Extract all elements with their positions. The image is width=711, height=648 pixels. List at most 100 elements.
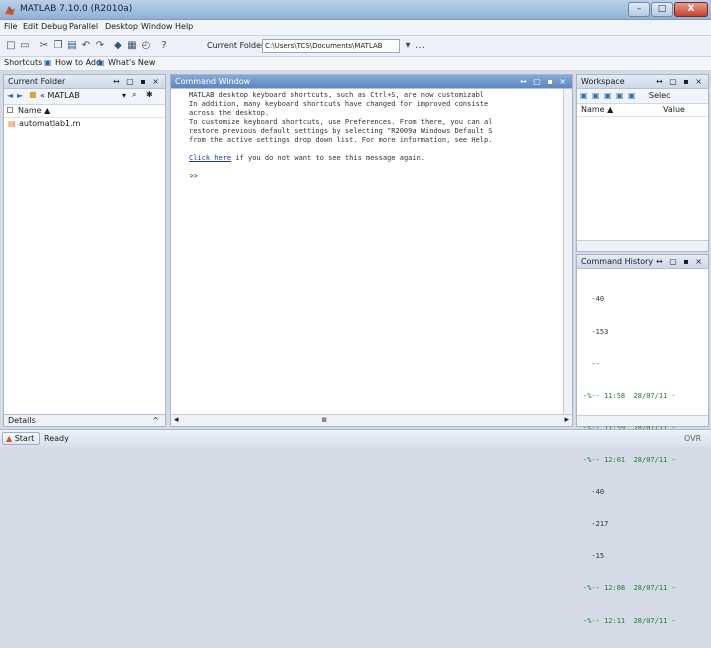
output-line: MATLAB desktop keyboard shortcuts, such … <box>189 91 485 99</box>
menu-window[interactable]: Window <box>141 22 173 31</box>
cut-icon[interactable]: ✂ <box>38 40 50 52</box>
command-prompt: >> <box>189 172 198 180</box>
how-to-add-link[interactable]: How to Add <box>55 58 101 67</box>
whats-new-link[interactable]: What's New <box>108 58 155 67</box>
search-icon[interactable]: ⌕ <box>132 90 136 100</box>
output-line: In addition, many keyboard shortcuts hav… <box>189 100 489 108</box>
open-variable-icon[interactable]: ▣ <box>592 91 600 100</box>
list-item[interactable]: -217 <box>583 519 708 530</box>
matlab-logo-icon <box>4 4 16 16</box>
pane-controls[interactable]: ↔ ▢ ▪ × <box>520 75 568 88</box>
pane-controls[interactable]: ↔ ▢ ▪ × <box>656 255 704 268</box>
maximize-button[interactable]: □ <box>651 2 673 17</box>
workspace-toolbar: ▣ ▣ ▣ ▣ ▣ Selec <box>577 89 708 104</box>
output-line: Click here if you do not want to see thi… <box>189 154 574 163</box>
checkbox-icon[interactable] <box>7 107 13 113</box>
close-button[interactable]: X <box>674 2 708 17</box>
minimize-button[interactable]: – <box>628 2 650 17</box>
forward-arrow-icon[interactable]: ► <box>17 91 23 100</box>
workspace-pane[interactable]: Workspace ↔ ▢ ▪ × ▣ ▣ ▣ ▣ ▣ Selec Name ▲… <box>576 74 709 252</box>
workspace-header: Workspace ↔ ▢ ▪ × <box>577 75 708 89</box>
list-item[interactable]: -- <box>583 359 708 370</box>
chevron-down-icon[interactable]: ▾ <box>402 40 414 52</box>
folder-icon: ■ <box>29 90 37 99</box>
menu-parallel[interactable]: Parallel <box>69 22 98 31</box>
column-header-name[interactable]: Name ▲ <box>4 105 165 118</box>
m-file-icon: ▤ <box>8 119 16 128</box>
ovr-indicator: OVR <box>684 434 702 443</box>
current-folder-label: Current Folder: <box>207 41 267 50</box>
current-folder-input[interactable]: C:\Users\TCS\Documents\MATLAB <box>262 39 400 53</box>
scroll-right-icon[interactable]: ▸ <box>564 415 569 425</box>
simulink-icon[interactable]: ◆ <box>112 40 124 52</box>
window-title: MATLAB 7.10.0 (R2010a) <box>20 4 133 14</box>
history-list: -40 -153 -- -%-- 11:58 28/07/11 - -%-- 1… <box>583 273 708 648</box>
horizontal-scrollbar[interactable] <box>577 240 708 251</box>
menu-file[interactable]: File <box>4 22 17 31</box>
browse-folder-icon[interactable]: … <box>414 40 426 52</box>
pane-controls[interactable]: ↔ ▢ ▪ × <box>656 75 704 88</box>
list-item[interactable]: -153 <box>583 327 708 338</box>
copy-icon[interactable]: ❐ <box>52 40 64 52</box>
scroll-thumb[interactable]: ▪ <box>321 415 327 425</box>
list-item[interactable]: -15 <box>583 551 708 562</box>
list-item[interactable]: ▤ automatlab1.m <box>4 118 165 130</box>
plot-select-dropdown[interactable]: Selec <box>649 91 671 100</box>
horizontal-scrollbar[interactable] <box>577 415 708 426</box>
shortcuts-bar: Shortcuts ▣ How to Add ▣ What's New <box>0 57 711 71</box>
open-folder-icon[interactable]: ▭ <box>19 40 31 52</box>
command-window-pane[interactable]: Command Window ↔ ▢ ▪ × MATLAB desktop ke… <box>170 74 573 427</box>
paste-icon[interactable]: ▤ <box>66 40 78 52</box>
guide-icon[interactable]: ▦ <box>126 40 138 52</box>
profiler-icon[interactable]: ◴ <box>140 40 152 52</box>
back-arrow-icon[interactable]: ◄ <box>7 91 13 100</box>
chevron-down-icon[interactable]: ▾ <box>122 91 126 100</box>
undo-icon[interactable]: ↶ <box>80 40 92 52</box>
start-label: Start <box>14 434 35 443</box>
click-here-link[interactable]: Click here <box>189 154 231 162</box>
details-label: Details <box>8 416 36 425</box>
details-panel[interactable]: Details ^ <box>4 414 165 426</box>
menu-help[interactable]: Help <box>175 22 193 31</box>
session-separator[interactable]: -%-- 12:11 28/07/11 - <box>583 616 708 627</box>
session-separator[interactable]: -%-- 12:08 28/07/11 - <box>583 583 708 594</box>
current-folder-pane: Current Folder ↔ ▢ ▪ × ◄ ► ■ « MATLAB ▾ … <box>3 74 166 427</box>
file-name: automatlab1.m <box>19 119 81 128</box>
save-icon[interactable]: ▣ <box>616 91 624 100</box>
print-icon[interactable]: ▣ <box>628 91 636 100</box>
vertical-scrollbar[interactable] <box>563 89 572 416</box>
menu-edit[interactable]: Edit <box>23 22 39 31</box>
status-bar: ▲ Start Ready OVR <box>0 429 711 447</box>
folder-path[interactable]: « MATLAB <box>40 91 80 100</box>
column-header-name[interactable]: Name ▲ <box>581 104 613 116</box>
chevron-up-icon[interactable]: ^ <box>152 415 159 426</box>
command-output: MATLAB desktop keyboard shortcuts, such … <box>189 91 574 407</box>
start-button[interactable]: ▲ Start <box>2 432 40 445</box>
menu-debug[interactable]: Debug <box>41 22 67 31</box>
menu-bar: File Edit Debug Parallel Desktop Window … <box>0 20 711 36</box>
import-data-icon[interactable]: ▣ <box>604 91 612 100</box>
toolbar: □ ▭ ✂ ❐ ▤ ↶ ↷ ◆ ▦ ◴ ? Current Folder: C:… <box>0 36 711 57</box>
menu-desktop[interactable]: Desktop <box>105 22 138 31</box>
shortcuts-label: Shortcuts <box>4 58 43 67</box>
redo-icon[interactable]: ↷ <box>94 40 106 52</box>
new-file-icon[interactable]: □ <box>5 40 17 52</box>
horizontal-scrollbar[interactable]: ◂ ▪ ▸ <box>171 414 572 426</box>
help-icon[interactable]: ? <box>158 40 170 52</box>
gear-icon[interactable]: ✱ <box>146 90 153 99</box>
command-history-pane[interactable]: Command History ↔ ▢ ▪ × -40 -153 -- -%--… <box>576 254 709 625</box>
list-item[interactable]: -40 <box>583 487 708 498</box>
prompt-line[interactable]: fx>> <box>189 172 574 181</box>
how-to-add-icon: ▣ <box>44 58 52 67</box>
title-bar: MATLAB 7.10.0 (R2010a) – □ X <box>0 0 711 20</box>
status-text: Ready <box>44 434 69 443</box>
session-separator[interactable]: -%-- 12:01 28/07/11 - <box>583 455 708 466</box>
list-item[interactable]: -40 <box>583 294 708 305</box>
scroll-left-icon[interactable]: ◂ <box>174 415 179 425</box>
command-window-header: Command Window ↔ ▢ ▪ × <box>171 75 572 89</box>
new-variable-icon[interactable]: ▣ <box>580 91 588 100</box>
name-column-label: Name ▲ <box>18 106 51 115</box>
pane-controls[interactable]: ↔ ▢ ▪ × <box>113 75 161 88</box>
session-separator[interactable]: -%-- 11:58 28/07/11 - <box>583 391 708 402</box>
column-header-value[interactable]: Value <box>663 104 685 116</box>
